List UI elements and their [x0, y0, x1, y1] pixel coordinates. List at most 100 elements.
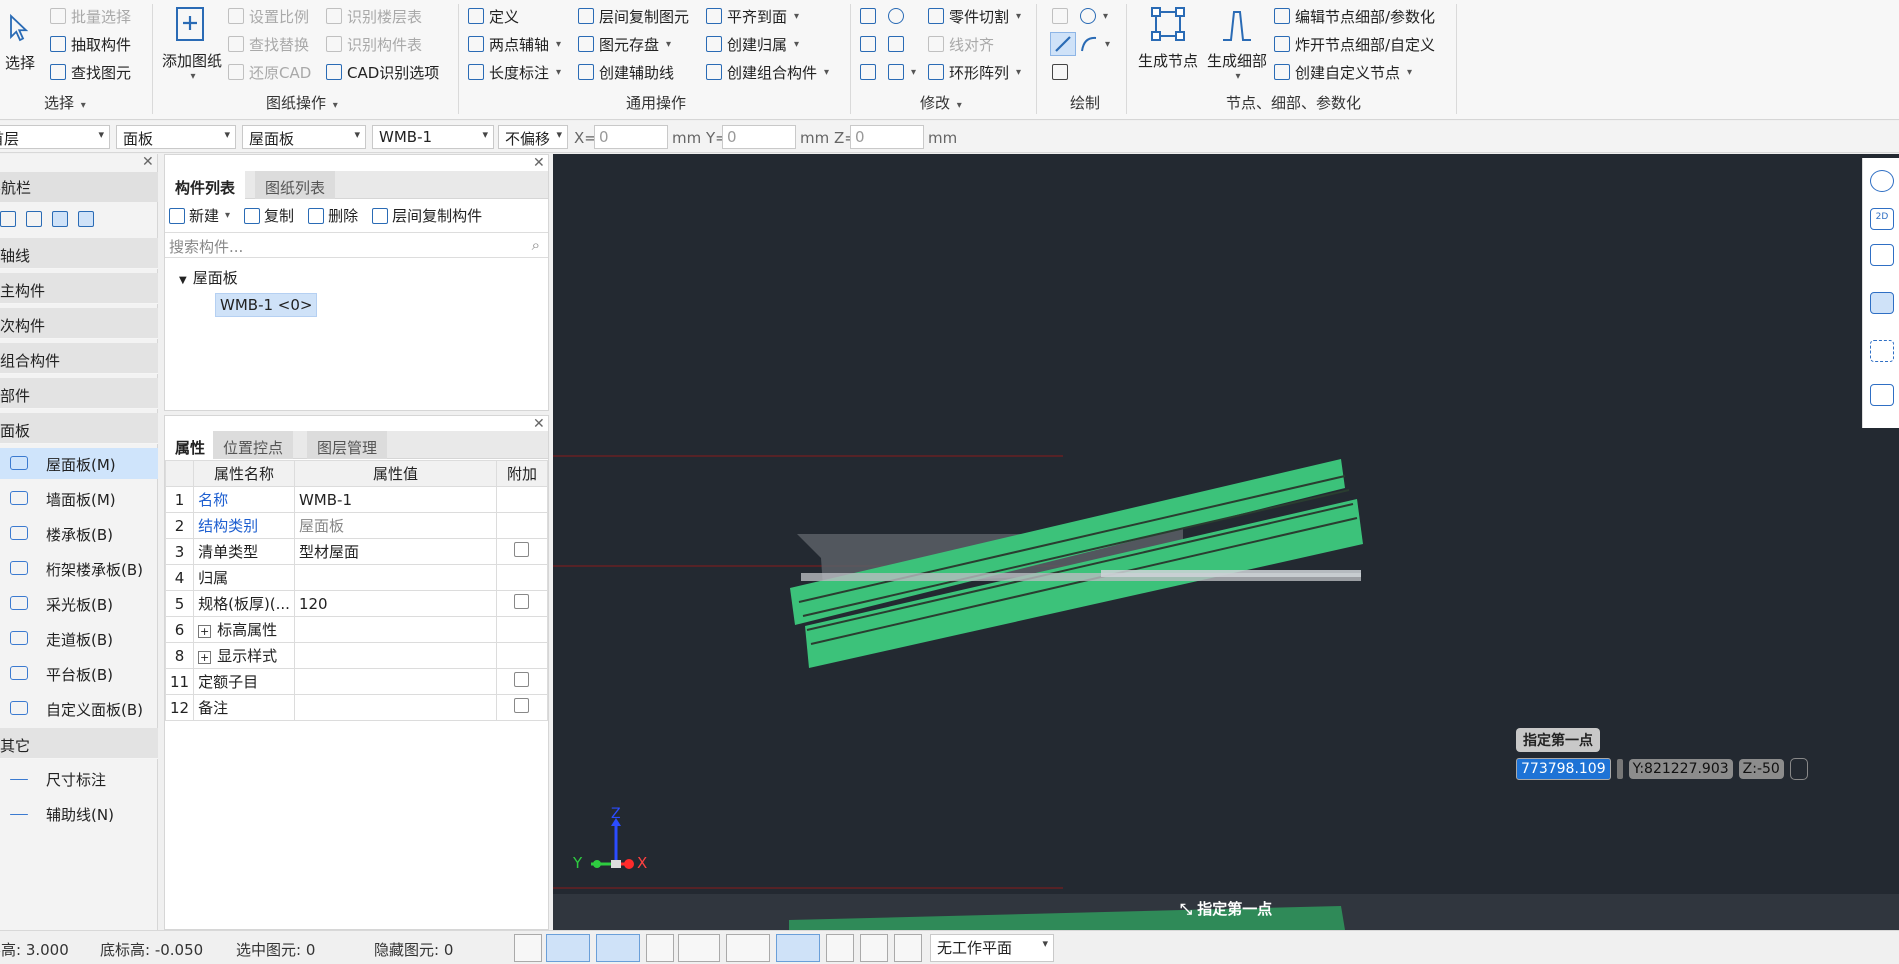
nav-section[interactable]: 次构件 — [0, 308, 158, 339]
property-value[interactable] — [293, 642, 497, 669]
tree-icon[interactable] — [26, 211, 42, 227]
property-value[interactable] — [293, 668, 497, 695]
polar-button[interactable] — [678, 934, 720, 962]
close-icon[interactable]: ✕ — [533, 155, 545, 171]
property-row[interactable]: 1 名称 WMB-1 — [164, 486, 549, 513]
arc-draw-button[interactable]: ▾ — [1080, 32, 1110, 56]
view-settings-icon[interactable] — [1870, 384, 1894, 406]
nav-item[interactable]: 尺寸标注 — [0, 763, 158, 794]
line-align-button[interactable]: 线对齐 — [928, 32, 994, 56]
tab-component-list[interactable]: 构件列表 — [165, 171, 246, 199]
extra-checkbox[interactable] — [514, 698, 530, 713]
property-row[interactable]: 11 定额子目 — [164, 668, 549, 695]
list-icon[interactable] — [52, 211, 68, 227]
nav-item[interactable]: 走道板(B) — [0, 623, 158, 654]
floor-select[interactable]: 首层 — [0, 125, 110, 149]
extra-checkbox[interactable] — [514, 594, 530, 609]
y-input[interactable]: 0 — [722, 125, 796, 149]
edit-node-button[interactable]: 编辑节点细部/参数化 — [1274, 4, 1435, 28]
copy-tool-button[interactable] — [860, 32, 876, 56]
property-row[interactable]: 2 结构类别 屋面板 — [164, 512, 549, 539]
create-combo-button[interactable]: 创建组合构件 ▾ — [706, 60, 829, 84]
rect-draw-button[interactable] — [1052, 60, 1068, 84]
floor-copy-element-button[interactable]: 层间复制图元 — [578, 4, 689, 28]
nav-item[interactable]: 辅助线(N) — [0, 798, 158, 829]
fit-view-icon[interactable] — [1870, 340, 1894, 362]
property-row[interactable]: 8 + 显示样式 — [164, 642, 549, 669]
ring-array-button[interactable]: 环形阵列 ▾ — [928, 60, 1021, 84]
floor-copy-button[interactable]: 层间复制构件 — [372, 205, 482, 226]
angle-button[interactable] — [726, 934, 770, 962]
nav-item[interactable]: 采光板(B) — [0, 588, 158, 619]
part-cut-button[interactable]: 零件切割 ▾ — [928, 4, 1021, 28]
group-label-modify[interactable]: 修改 ▾ — [920, 92, 962, 113]
arc-snap-button[interactable] — [894, 934, 922, 962]
select-button[interactable]: 选择 — [2, 10, 38, 73]
property-value[interactable]: WMB-1 — [293, 486, 497, 513]
element-save-button[interactable]: 图元存盘 ▾ — [578, 32, 671, 56]
explode-node-button[interactable]: 炸开节点细部/自定义 — [1274, 32, 1435, 56]
shaded-view-icon[interactable] — [1870, 292, 1894, 314]
z-coord-input[interactable]: Z:-50 — [1738, 759, 1784, 779]
nav-item[interactable]: 楼承板(B) — [0, 518, 158, 549]
y-coord-input[interactable]: Y:821227.903 — [1628, 759, 1733, 779]
point-draw-button[interactable] — [1052, 4, 1068, 28]
x-coord-input[interactable]: 773798.109 — [1516, 758, 1611, 780]
type-select[interactable]: 屋面板 — [242, 125, 366, 149]
group-label-select[interactable]: 选择 ▾ — [44, 92, 86, 113]
property-value[interactable] — [293, 694, 497, 721]
cad-options-button[interactable]: CAD识别选项 — [326, 60, 439, 84]
move-tool-button[interactable] — [860, 60, 876, 84]
create-custom-node-button[interactable]: 创建自定义节点 ▾ — [1274, 60, 1412, 84]
category-select[interactable]: 面板 — [116, 125, 236, 149]
tree-root[interactable]: ▼ 屋面板 — [179, 267, 238, 288]
create-belong-button[interactable]: 创建归属 ▾ — [706, 32, 799, 56]
grid-button[interactable] — [826, 934, 854, 962]
tree-item-wmb1[interactable]: WMB-1 <0> — [215, 293, 318, 317]
view-cube-button[interactable] — [596, 934, 640, 962]
identify-floor-table-button[interactable]: 识别楼层表 — [326, 4, 422, 28]
dynamic-input-button[interactable] — [776, 934, 820, 962]
add-drawing-button[interactable]: 添加图纸 ▾ — [160, 4, 224, 82]
line-draw-button[interactable] — [1050, 32, 1076, 56]
property-row[interactable]: 12 备注 — [164, 694, 549, 721]
property-row[interactable]: 4 归属 — [164, 564, 549, 591]
gen-node-button[interactable]: 生成节点 — [1136, 4, 1200, 71]
nav-section-other[interactable]: 其它 — [0, 728, 158, 759]
z-input[interactable]: 0 — [850, 125, 924, 149]
component-select[interactable]: WMB-1 — [372, 125, 494, 149]
batch-select-button[interactable]: 批量选择 — [50, 4, 131, 28]
view-2d-icon[interactable]: 2D — [1870, 208, 1894, 230]
set-scale-button[interactable]: 设置比例 — [228, 4, 309, 28]
property-value[interactable]: 屋面板 — [293, 512, 497, 539]
group-label-drawing[interactable]: 图纸操作 ▾ — [266, 92, 338, 113]
tab-drawing-list[interactable]: 图纸列表 — [255, 171, 336, 199]
extra-checkbox[interactable] — [514, 542, 530, 557]
nav-section[interactable]: 组合构件 — [0, 343, 158, 374]
add-icon[interactable] — [0, 211, 16, 227]
tab-properties[interactable]: 属性 — [165, 431, 216, 459]
property-row[interactable]: 3 清单类型 型材屋面 — [164, 538, 549, 565]
property-value[interactable] — [293, 564, 497, 591]
tab-position-control[interactable]: 位置控点 — [213, 431, 294, 459]
find-element-button[interactable]: 查找图元 — [50, 60, 131, 84]
delete-tool-button[interactable] — [860, 4, 876, 28]
tab-layer-manage[interactable]: 图层管理 — [307, 431, 388, 459]
find-replace-button[interactable]: 查找替换 — [228, 32, 309, 56]
expand-icon[interactable]: + — [198, 651, 212, 664]
delete-button[interactable]: 删除 — [308, 205, 358, 226]
nav-item[interactable]: 桁架楼承板(B) — [0, 553, 158, 584]
property-value[interactable] — [293, 616, 497, 643]
workplane-select[interactable]: 无工作平面 — [930, 934, 1054, 962]
extra-checkbox[interactable] — [514, 672, 530, 687]
orbit-icon[interactable] — [1870, 170, 1894, 192]
nav-item[interactable]: 自定义面板(B) — [0, 693, 158, 724]
nav-section[interactable]: 轴线 — [0, 238, 158, 269]
restore-cad-button[interactable]: 还原CAD — [228, 60, 311, 84]
nav-item[interactable]: 屋面板(M) — [0, 448, 158, 479]
close-icon[interactable]: ✕ — [142, 154, 154, 170]
close-icon[interactable]: ✕ — [533, 416, 545, 432]
snap-mode-button[interactable] — [546, 934, 590, 962]
offset-select[interactable]: 不偏移 — [498, 125, 568, 149]
expand-icon[interactable]: + — [198, 625, 212, 638]
